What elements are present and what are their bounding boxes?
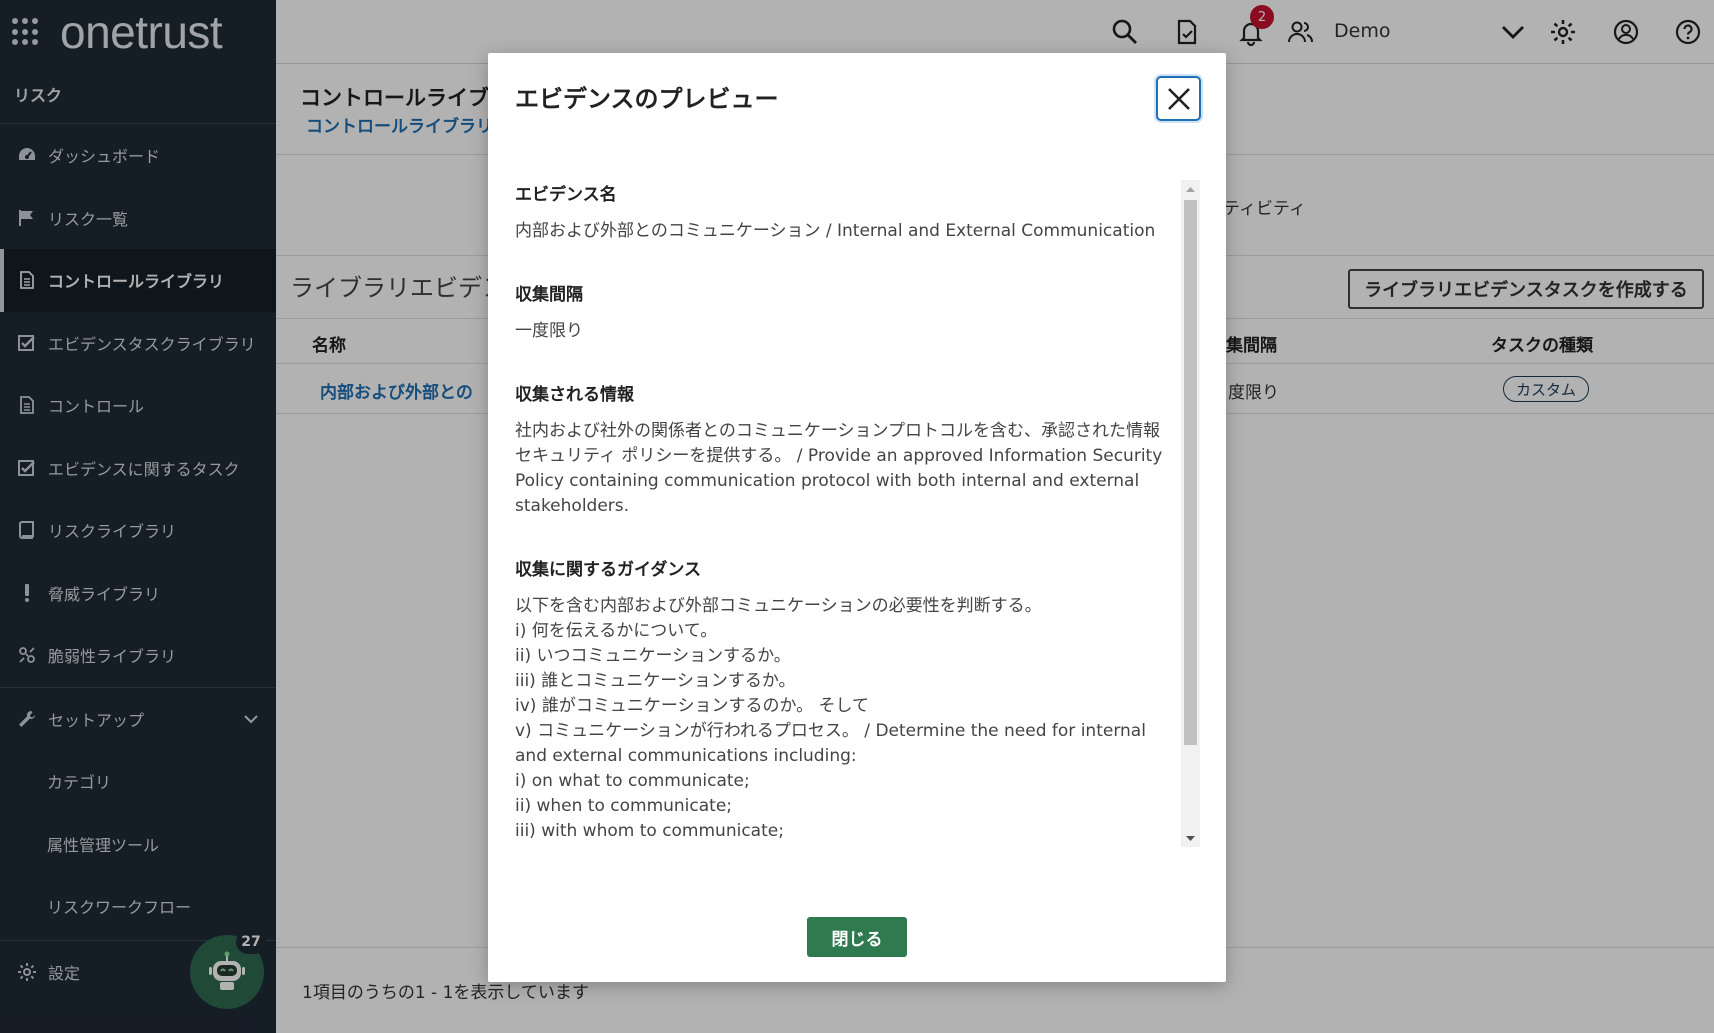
modal-scroll-content[interactable]: エビデンス名 内部および外部とのコミュニケーション / Internal and… [515, 180, 1165, 847]
field-value-evidence-name: 内部および外部とのコミュニケーション / Internal and Extern… [515, 221, 1156, 241]
field-label-evidence-name: エビデンス名 [515, 185, 617, 205]
modal-scrollbar[interactable] [1181, 180, 1200, 847]
field-label-collection-guidance: 収集に関するガイダンス [515, 560, 701, 580]
field-value-collection-guidance: 以下を含む内部および外部コミュニケーションの必要性を判断する。 i) 何を伝える… [515, 596, 1146, 841]
field-label-collected-info: 収集される情報 [515, 385, 634, 405]
field-value-collected-info: 社内および社外の関係者とのコミュニケーションプロトコルを含む、承認された情報セキ… [515, 421, 1163, 516]
scroll-up-arrow-icon[interactable] [1181, 180, 1200, 197]
scroll-down-arrow-icon[interactable] [1181, 830, 1200, 847]
close-icon [1167, 87, 1190, 110]
evidence-preview-modal: エビデンスのプレビュー エビデンス名 内部および外部とのコミュニケーション / … [488, 53, 1226, 982]
modal-title: エビデンスのプレビュー [515, 85, 779, 113]
scrollbar-thumb[interactable] [1184, 200, 1197, 745]
field-value-collection-interval: 一度限り [515, 321, 583, 341]
field-label-collection-interval: 収集間隔 [515, 285, 583, 305]
close-button[interactable]: 閉じる [807, 917, 907, 957]
modal-close-button[interactable] [1156, 76, 1201, 121]
